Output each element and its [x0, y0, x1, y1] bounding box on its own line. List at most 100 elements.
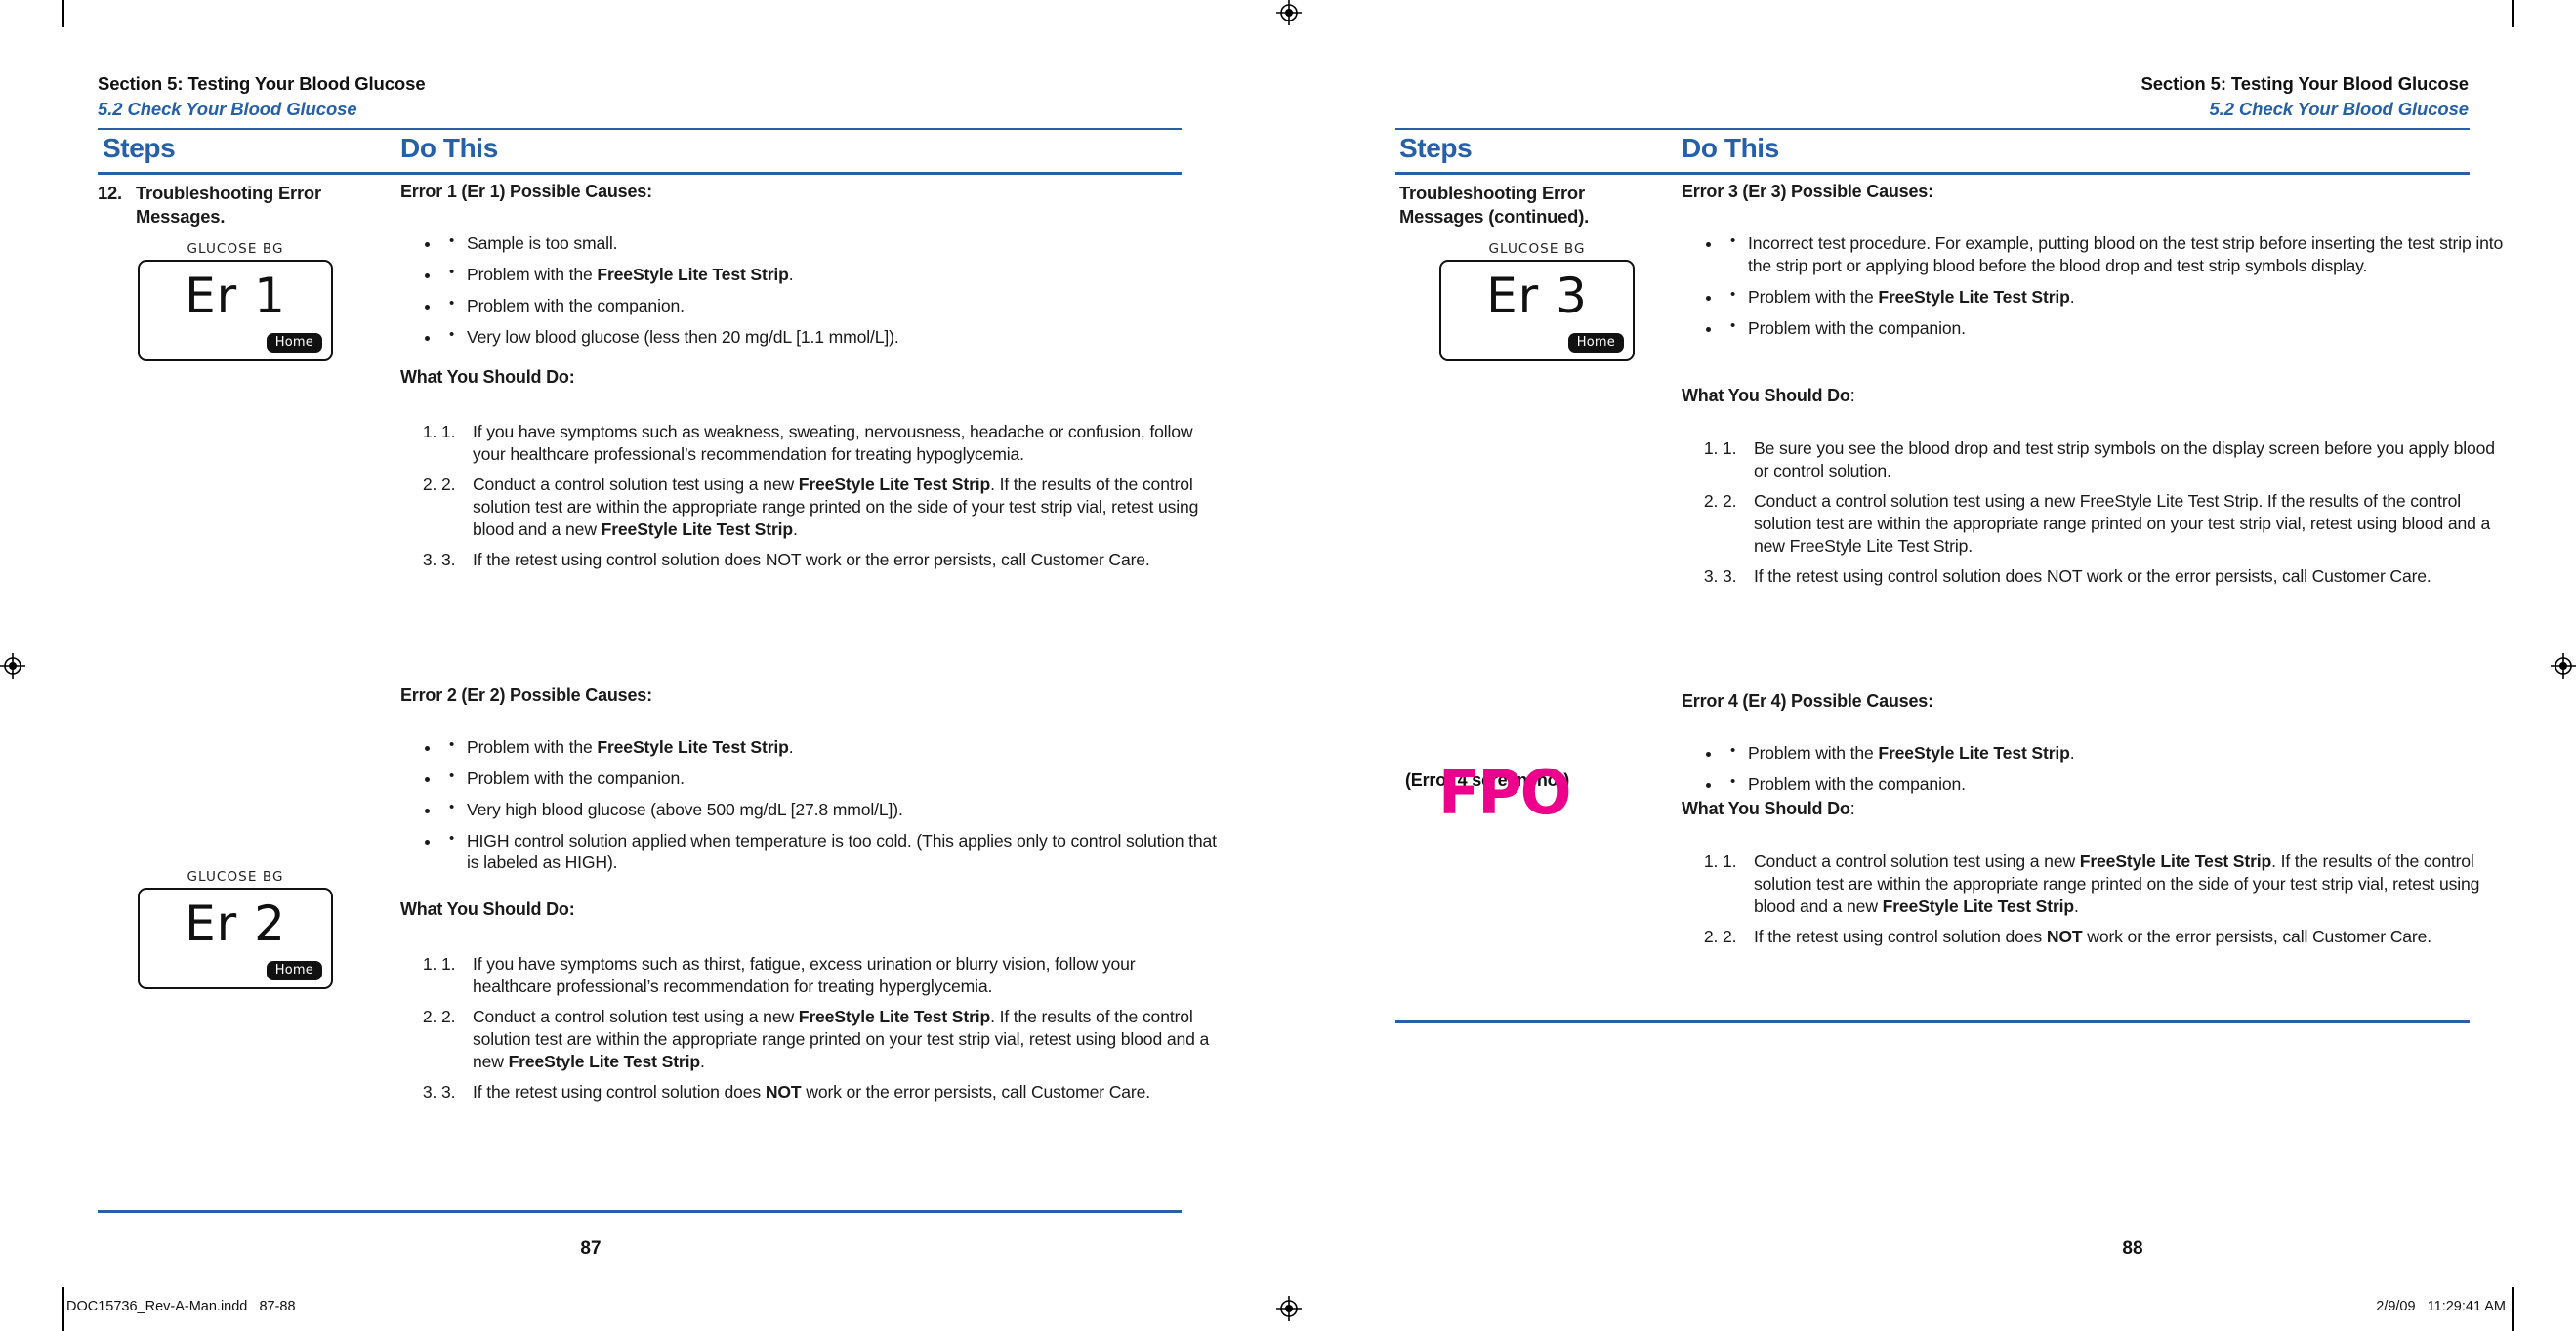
meter-home-button-er2[interactable]: Home — [266, 961, 322, 980]
list-item: Problem with the FreeStyle Lite Test Str… — [441, 263, 1223, 286]
meter-glucose-label-er1: GLUCOSE BG — [187, 241, 284, 257]
list-number: 2. — [1723, 926, 1737, 946]
meter-home-button-er1[interactable]: Home — [266, 333, 322, 353]
error4-what-heading-text: What You Should Do — [1682, 799, 1850, 818]
action-text: If the retest using control solution doe… — [1754, 565, 2431, 586]
error1-what-you-should-do-heading: What You Should Do: — [400, 367, 575, 387]
action-text: Conduct a control solution test using a … — [473, 1006, 799, 1026]
list-item: Problem with the companion. — [441, 294, 1223, 317]
list-number: 1. — [1723, 852, 1737, 871]
action-mid: work or the error persists, call Custome… — [801, 1081, 1151, 1102]
list-number: 1. — [1723, 438, 1737, 458]
action-bold-1: FreeStyle Lite Test Strip — [798, 474, 991, 494]
running-head-section-right: Section 5: Testing Your Blood Glucose — [2140, 73, 2469, 94]
error3-what-heading-colon: : — [1849, 386, 1855, 405]
error3-heading: Error 3 (Er 3) Possible Causes: — [1682, 182, 1933, 201]
list-item: Problem with the FreeStyle Lite Test Str… — [1723, 741, 2509, 765]
cause-bold: FreeStyle Lite Test Strip — [1878, 286, 2070, 307]
cause-post: . — [2069, 286, 2075, 307]
step-label-right: Troubleshooting Error Messages (continue… — [1399, 183, 1590, 228]
print-imprint-right: 2/9/09 11:29:41 AM — [2376, 1299, 2506, 1314]
running-head-section-left: Section 5: Testing Your Blood Glucose — [98, 73, 426, 94]
list-item: 2. Conduct a control solution test using … — [1723, 490, 2499, 558]
fpo-placeholder-error4: (Error 4 screenshot) FPO — [1405, 757, 1659, 828]
list-number: 1. — [441, 954, 456, 974]
print-imprint-left: DOC15736_Rev-A-Man.indd 87-88 — [66, 1299, 296, 1314]
cause-text: HIGH control solution applied when tempe… — [467, 830, 1217, 873]
meter-error-value-er2: Er 2 — [185, 895, 286, 952]
list-number: 2. — [441, 474, 456, 494]
action-bold-1: FreeStyle Lite Test Strip — [2079, 852, 2272, 871]
list-item: 3. If the retest using control solution d… — [441, 1081, 1213, 1103]
page-right: Section 5: Testing Your Blood Glucose 5.… — [1288, 0, 2576, 1331]
action-text: If the retest using control solution doe… — [473, 1081, 766, 1102]
list-item: 2. If the retest using control solution d… — [1723, 926, 2499, 948]
footer-rule-left — [98, 1210, 1182, 1213]
action-text: If you have symptoms such as weakness, s… — [473, 422, 1193, 464]
cause-bold: FreeStyle Lite Test Strip — [597, 737, 789, 757]
step-label-left: Troubleshooting Error Messages. — [136, 183, 321, 228]
error1-heading: Error 1 (Er 1) Possible Causes: — [400, 182, 652, 201]
cause-text: Sample is too small. — [467, 233, 618, 253]
error2-causes-list: Problem with the FreeStyle Lite Test Str… — [402, 735, 1223, 883]
action-post: . — [2073, 895, 2079, 916]
action-text: If you have symptoms such as thirst, fat… — [473, 954, 1136, 996]
action-bold-1: FreeStyle Lite Test Strip — [798, 1006, 991, 1026]
action-post: . — [699, 1051, 705, 1071]
fpo-mark: FPO — [1438, 757, 1571, 828]
list-item: Problem with the FreeStyle Lite Test Str… — [1723, 285, 2509, 309]
page-left: Section 5: Testing Your Blood Glucose 5.… — [0, 0, 1288, 1331]
meter-screenshot-er3: GLUCOSE BG Er 3 Home — [1439, 241, 1635, 361]
list-item: Problem with the companion. — [1723, 316, 2509, 340]
list-item: 1. Be sure you see the blood drop and tes… — [1723, 437, 2499, 482]
meter-error-value-er3: Er 3 — [1486, 268, 1588, 324]
list-number: 2. — [1723, 490, 1737, 511]
list-item: 2. Conduct a control solution test using … — [441, 1006, 1213, 1073]
cause-text: Problem with the — [1748, 743, 1879, 763]
list-item: HIGH control solution applied when tempe… — [441, 829, 1223, 875]
list-number: 3. — [1723, 565, 1737, 586]
error4-what-heading-colon: : — [1849, 799, 1855, 818]
running-head-subsection-right: 5.2 Check Your Blood Glucose — [2209, 99, 2469, 119]
column-header-do-this-right: Do This — [1682, 133, 1779, 163]
action-bold-2: FreeStyle Lite Test Strip — [1882, 895, 2075, 916]
meter-glucose-label-er3: GLUCOSE BG — [1488, 241, 1586, 257]
page-number-left: 87 — [580, 1238, 602, 1259]
action-text: If the retest using control solution doe… — [473, 549, 1150, 569]
column-header-steps-right: Steps — [1399, 133, 1473, 163]
error4-heading: Error 4 (Er 4) Possible Causes: — [1682, 691, 1933, 711]
meter-screenshot-er2: GLUCOSE BG Er 2 Home — [138, 869, 333, 989]
step-number-left: 12. — [98, 183, 122, 203]
header-rule-right — [1395, 128, 2470, 130]
cause-text: Problem with the — [1748, 286, 1879, 307]
column-header-do-this-left: Do This — [400, 133, 498, 163]
list-item: 1. Conduct a control solution test using … — [1723, 851, 2499, 918]
action-mid: work or the error persists, call Custome… — [2082, 926, 2432, 946]
list-item: Problem with the FreeStyle Lite Test Str… — [441, 735, 1223, 759]
action-text: Be sure you see the blood drop and test … — [1754, 438, 2495, 480]
cause-post: . — [788, 264, 794, 284]
list-item: 1. If you have symptoms such as thirst, f… — [441, 953, 1213, 998]
list-number: 3. — [441, 1081, 456, 1102]
cause-bold: FreeStyle Lite Test Strip — [597, 264, 789, 284]
meter-home-button-er3[interactable]: Home — [1567, 333, 1624, 353]
column-header-rule-left — [98, 172, 1182, 175]
action-bold-1: NOT — [2046, 926, 2083, 946]
action-bold-2: FreeStyle Lite Test Strip — [508, 1051, 701, 1071]
meter-glucose-label-er2: GLUCOSE BG — [187, 869, 284, 885]
cause-post: . — [2069, 743, 2075, 763]
column-header-steps-left: Steps — [103, 133, 176, 163]
list-item: Sample is too small. — [441, 231, 1223, 255]
list-item: 3. If the retest using control solution d… — [441, 549, 1213, 571]
error3-what-you-should-do-heading: What You Should Do: — [1682, 386, 1855, 406]
action-text: Conduct a control solution test using a … — [1754, 852, 2080, 871]
list-number: 2. — [441, 1006, 456, 1026]
cause-text: Very low blood glucose (less then 20 mg/… — [467, 326, 899, 347]
cause-text: Problem with the companion. — [467, 768, 685, 788]
footer-rule-right — [1395, 1020, 2470, 1023]
print-spread: Section 5: Testing Your Blood Glucose 5.… — [0, 0, 2576, 1331]
list-item: 1. If you have symptoms such as weakness,… — [441, 421, 1213, 466]
meter-screenshot-er1: GLUCOSE BG Er 1 Home — [138, 241, 333, 361]
step-item-left: 12. Troubleshooting Error Messages. — [98, 182, 322, 229]
list-item: Incorrect test procedure. For example, p… — [1723, 231, 2509, 277]
